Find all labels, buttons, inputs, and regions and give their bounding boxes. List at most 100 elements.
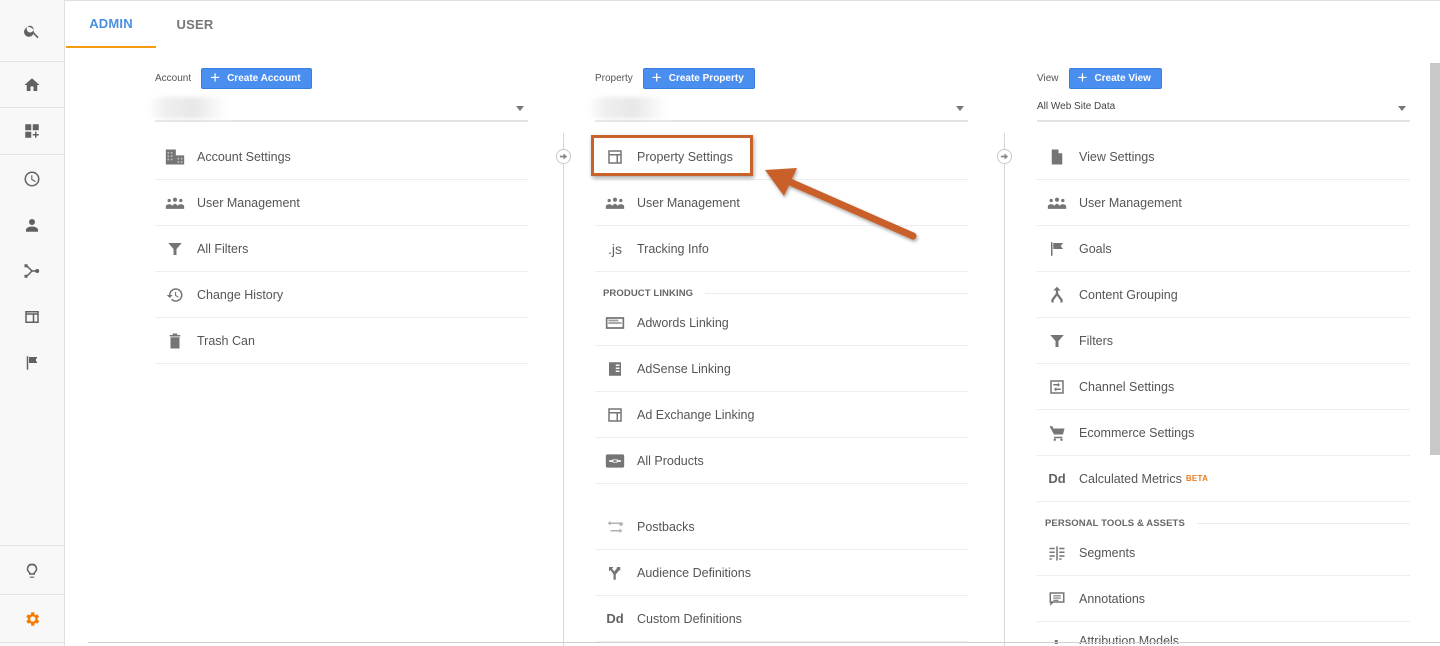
all-products-label: All Products: [637, 453, 704, 468]
ecommerce-settings-item[interactable]: Ecommerce Settings: [1037, 410, 1410, 456]
discover-lightbulb-icon: [26, 563, 38, 578]
rail-conversions[interactable]: [0, 340, 64, 386]
rail-acquisition[interactable]: [0, 248, 64, 294]
change-history-item[interactable]: Change History: [155, 272, 528, 318]
channel-settings-item[interactable]: Channel Settings: [1037, 364, 1410, 410]
product-linking-heading: PRODUCT LINKING: [603, 287, 694, 299]
goals-label: Goals: [1079, 241, 1112, 256]
view-user-management-label: User Management: [1079, 195, 1182, 210]
all-filters-label: All Filters: [197, 241, 249, 256]
audience-definitions-item[interactable]: Audience Definitions: [595, 550, 968, 596]
adsense-linking-label: AdSense Linking: [637, 361, 731, 376]
all-filters-item[interactable]: All Filters: [155, 226, 528, 272]
chevron-down-icon: [956, 106, 964, 111]
redacted-account-name: [147, 97, 227, 119]
account-user-management-label: User Management: [197, 195, 300, 210]
adwords-linking-item[interactable]: Adwords Linking: [595, 300, 968, 346]
acquisition-icon: [24, 264, 40, 278]
view-settings-label: View Settings: [1079, 149, 1155, 164]
rail-home[interactable]: [0, 62, 64, 108]
view-filters-item[interactable]: Filters: [1037, 318, 1410, 364]
account-user-management-item[interactable]: User Management: [155, 180, 528, 226]
content-grouping-item[interactable]: Content Grouping: [1037, 272, 1410, 318]
plus-icon: +: [1077, 68, 1088, 87]
annotations-item[interactable]: Annotations: [1037, 576, 1410, 622]
rail-customization[interactable]: [0, 108, 64, 154]
ad-exchange-linking-item[interactable]: Ad Exchange Linking: [595, 392, 968, 438]
tab-user[interactable]: USER: [156, 0, 234, 48]
tracking-info-item[interactable]: .js Tracking Info: [595, 226, 968, 272]
adwords-icon: [603, 314, 627, 332]
create-account-button[interactable]: + Create Account: [201, 68, 312, 89]
custom-definitions-item[interactable]: Dd Custom Definitions: [595, 596, 968, 642]
flag-icon: [1045, 240, 1069, 258]
property-user-management-item[interactable]: User Management: [595, 180, 968, 226]
bottom-divider: [88, 642, 1440, 643]
view-selector[interactable]: All Web Site Data: [1037, 96, 1410, 122]
rail-discover[interactable]: [0, 548, 64, 594]
trash-can-item[interactable]: Trash Can: [155, 318, 528, 364]
rail-search[interactable]: [0, 8, 64, 54]
tab-admin[interactable]: ADMIN: [66, 0, 156, 48]
link-icon: [603, 452, 627, 470]
account-header: Account + Create Account: [155, 68, 312, 89]
channel-settings-icon: [1045, 378, 1069, 396]
property-selector[interactable]: [587, 96, 968, 122]
postbacks-item[interactable]: Postbacks: [595, 504, 968, 550]
account-label: Account: [155, 73, 192, 84]
segments-icon: [1045, 544, 1069, 562]
account-settings-label: Account Settings: [197, 149, 291, 164]
history-icon: [163, 286, 187, 304]
calculated-metrics-label: Calculated Metrics: [1079, 471, 1182, 486]
create-property-button[interactable]: + Create Property: [642, 68, 755, 89]
goals-item[interactable]: Goals: [1037, 226, 1410, 272]
create-account-label: Create Account: [227, 73, 301, 84]
all-products-item[interactable]: All Products: [595, 438, 968, 484]
tracking-info-label: Tracking Info: [637, 241, 709, 256]
create-view-button[interactable]: + Create View: [1068, 68, 1162, 89]
view-settings-item[interactable]: View Settings: [1037, 134, 1410, 180]
segments-item[interactable]: Segments: [1037, 530, 1410, 576]
audience-definitions-label: Audience Definitions: [637, 565, 751, 580]
attribution-models-item[interactable]: Attribution Models: [1037, 622, 1410, 644]
custom-definitions-label: Custom Definitions: [637, 611, 742, 626]
annotations-icon: [1045, 590, 1069, 608]
rail-admin[interactable]: [0, 596, 64, 642]
chevron-down-icon: [1398, 106, 1406, 111]
cart-icon: [1045, 424, 1069, 442]
rail-behavior[interactable]: [0, 294, 64, 340]
adsense-linking-item[interactable]: AdSense Linking: [595, 346, 968, 392]
segments-label: Segments: [1079, 545, 1136, 560]
search-icon: [24, 25, 39, 39]
adsense-icon: [603, 360, 627, 378]
ecommerce-settings-label: Ecommerce Settings: [1079, 425, 1195, 440]
product-linking-section: PRODUCT LINKING: [603, 286, 968, 300]
vertical-scrollbar[interactable]: [1430, 63, 1440, 455]
property-view-connector-line: [1004, 133, 1005, 646]
calculated-metrics-item[interactable]: Dd Calculated Metrics BETA: [1037, 456, 1410, 502]
property-user-management-label: User Management: [637, 195, 740, 210]
rail-audience[interactable]: [0, 202, 64, 248]
property-settings-label: Property Settings: [637, 149, 733, 164]
layout-icon: [603, 148, 627, 166]
users-icon: [1045, 194, 1069, 212]
redacted-property-name: [587, 97, 667, 119]
account-property-connector-line: [563, 133, 564, 646]
home-icon: [24, 78, 40, 91]
property-header: Property + Create Property: [595, 68, 755, 89]
filter-icon: [163, 240, 187, 258]
property-settings-item[interactable]: Property Settings: [595, 134, 968, 180]
view-user-management-item[interactable]: User Management: [1037, 180, 1410, 226]
account-settings-item[interactable]: Account Settings: [155, 134, 528, 180]
beta-badge: BETA: [1185, 474, 1209, 483]
view-label: View: [1037, 73, 1059, 84]
plus-icon: +: [651, 68, 662, 87]
users-icon: [603, 194, 627, 212]
customization-icon: [25, 124, 39, 138]
rail-realtime[interactable]: [0, 156, 64, 202]
document-icon: [1045, 148, 1069, 166]
view-selected-value: All Web Site Data: [1037, 101, 1116, 112]
account-selector[interactable]: [147, 96, 528, 122]
postbacks-label: Postbacks: [637, 519, 695, 534]
left-nav-rail: [0, 0, 65, 646]
